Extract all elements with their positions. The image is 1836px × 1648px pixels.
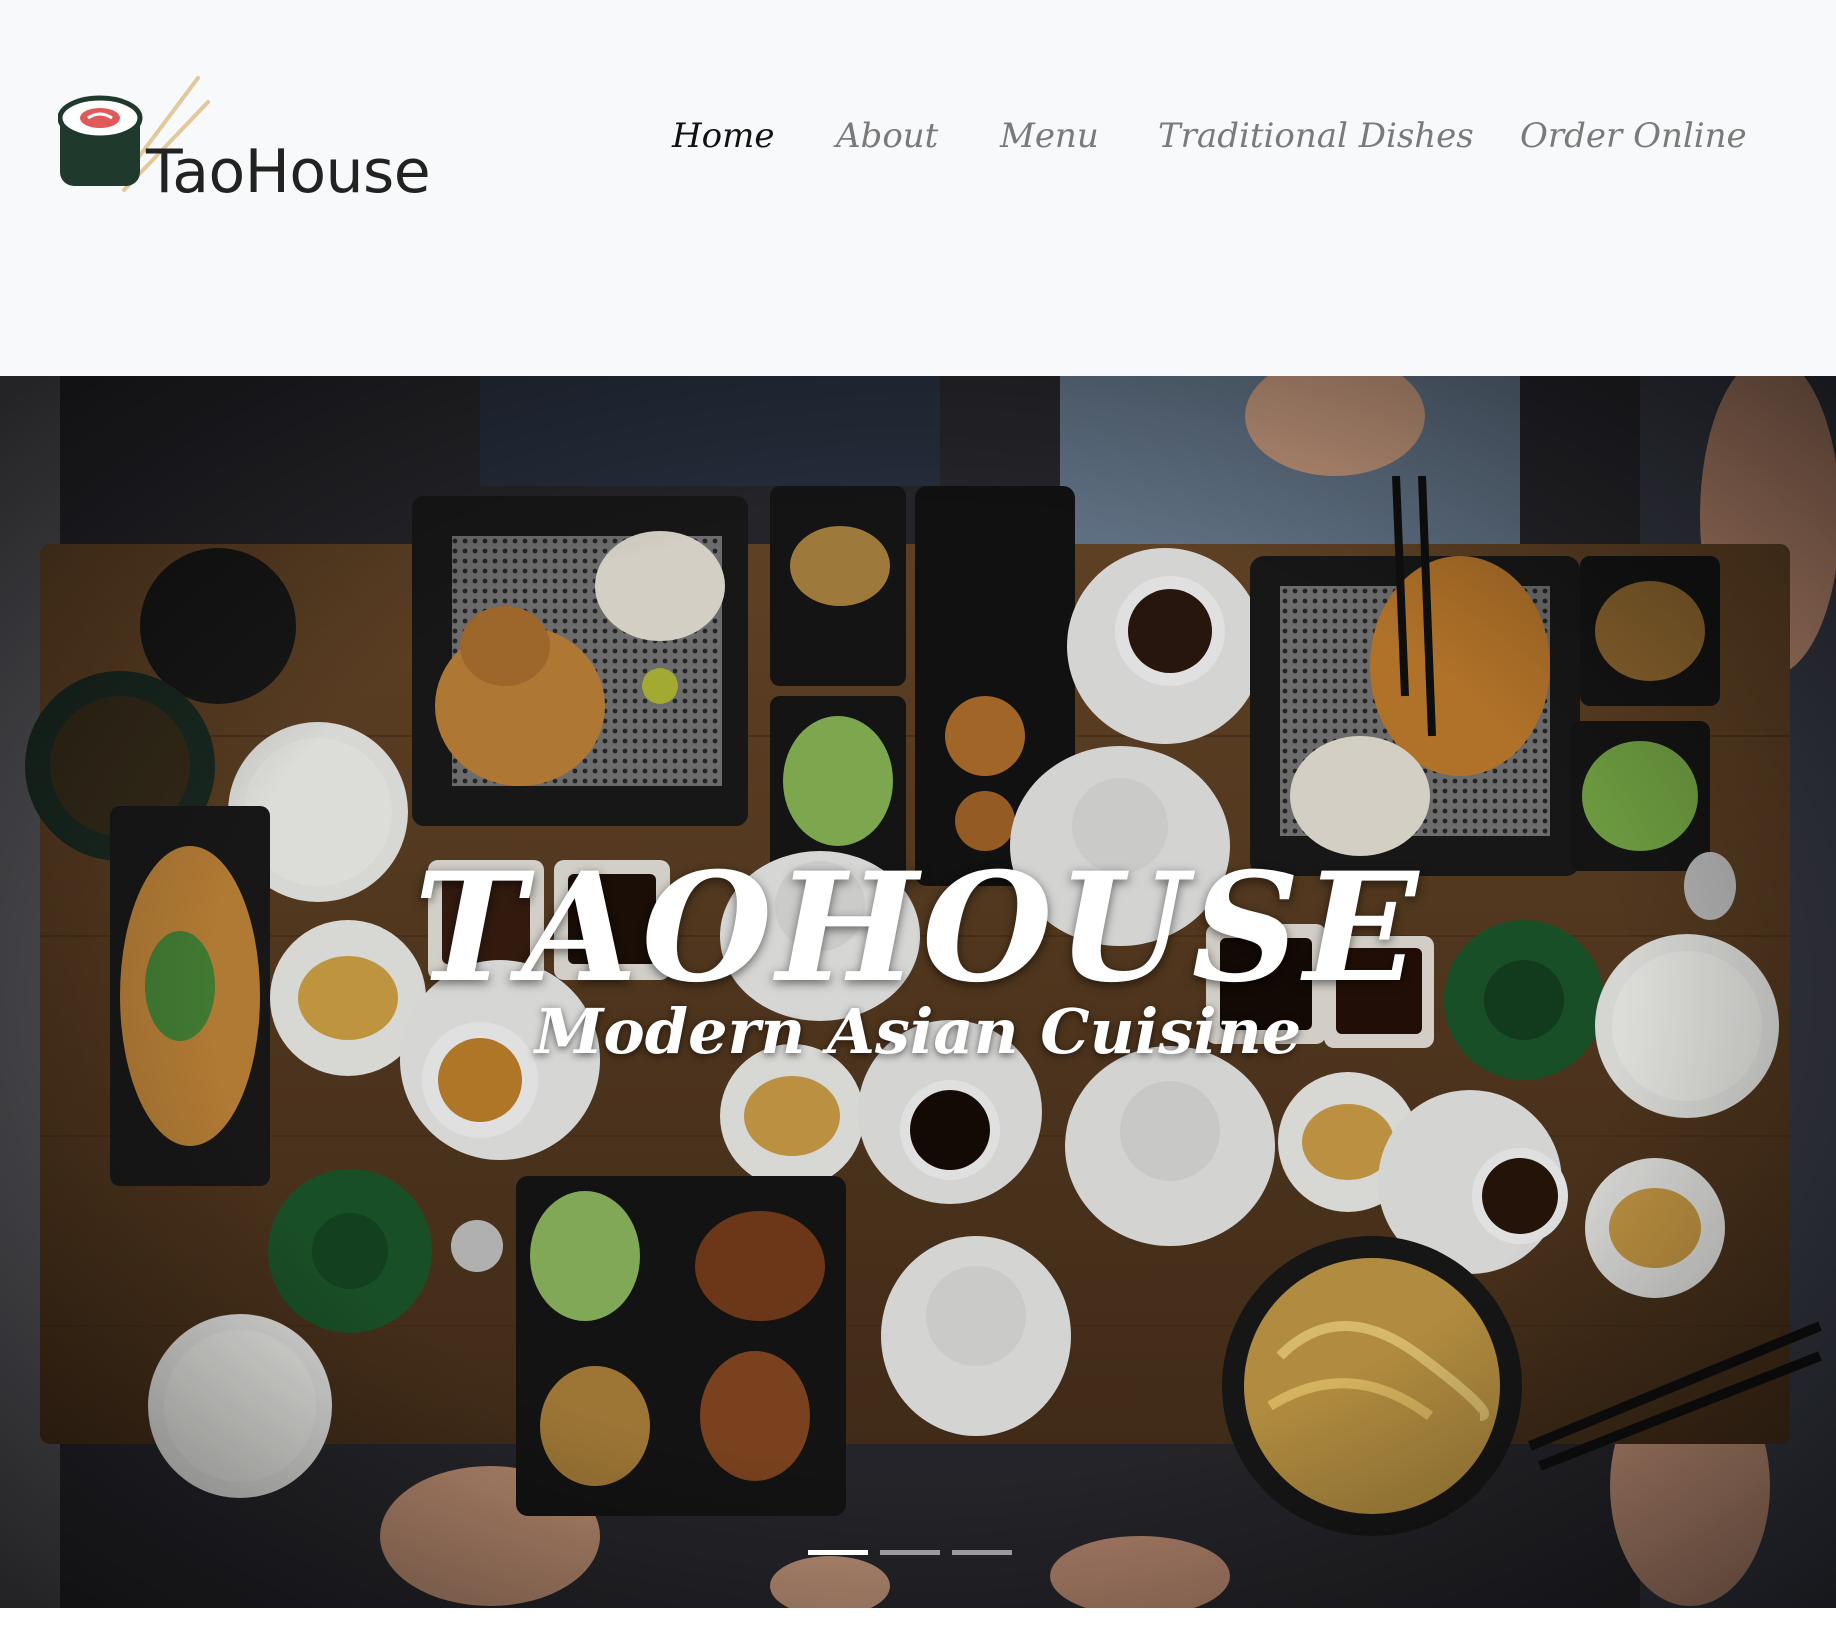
hero-title: TAOHOUSE (413, 839, 1423, 1016)
carousel-indicator-1[interactable] (808, 1550, 868, 1555)
site-header: TaoHouse Home About Menu Traditional Dis… (0, 0, 1836, 376)
carousel-indicator-3[interactable] (952, 1550, 1012, 1555)
hero-carousel: TAOHOUSE Modern Asian Cuisine (0, 376, 1836, 1608)
nav-item-about[interactable]: About (836, 114, 938, 158)
page-below-fold (0, 1608, 1836, 1648)
brand-name: TaoHouse (146, 137, 431, 207)
hero-subtitle: Modern Asian Cuisine (534, 995, 1302, 1069)
carousel-indicators (808, 1550, 1012, 1556)
nav-item-menu[interactable]: Menu (1000, 114, 1099, 158)
brand-logo[interactable]: TaoHouse (58, 72, 448, 222)
nav-item-order-online[interactable]: Order Online (1520, 114, 1747, 158)
nav-item-home[interactable]: Home (672, 114, 774, 158)
carousel-indicator-2[interactable] (880, 1550, 940, 1555)
nav-item-traditional-dishes[interactable]: Traditional Dishes (1158, 114, 1474, 158)
